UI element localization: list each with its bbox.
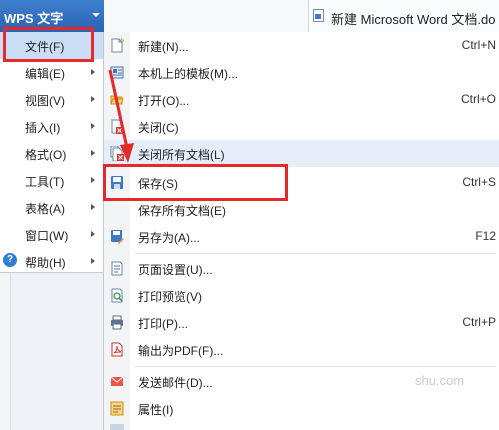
menu-close-all[interactable]: 关闭所有文档(L) <box>104 140 499 167</box>
menu-separator <box>134 253 496 254</box>
word-document-icon <box>313 9 324 22</box>
menu-item-label: 另存为(A)... <box>138 231 200 245</box>
menu-item-label: 保存所有文档(E) <box>138 204 226 218</box>
template-icon <box>110 66 124 79</box>
chevron-right-icon <box>91 177 95 183</box>
menu-item-label: 本机上的模板(M)... <box>138 67 238 81</box>
menu-item-label: 关闭所有文档(L) <box>138 148 225 162</box>
chevron-right-icon <box>91 258 95 264</box>
menu-item-label: 工具(T) <box>25 175 65 189</box>
open-folder-icon <box>110 95 124 105</box>
new-document-icon <box>111 38 124 53</box>
menu-close[interactable]: 关闭(C) <box>104 113 499 140</box>
chevron-down-icon <box>92 13 100 17</box>
print-preview-icon <box>111 288 123 303</box>
printer-icon <box>111 315 123 330</box>
menu-shortcut: Ctrl+O <box>460 92 496 106</box>
menu-properties[interactable]: 属性(I) <box>104 395 499 422</box>
menu-item-label: 格式(O) <box>25 148 67 162</box>
chevron-right-icon <box>91 204 95 210</box>
annotation-box-file-menu <box>3 27 94 62</box>
menu-item-edit[interactable]: 编辑(E) <box>0 59 103 86</box>
menu-print[interactable]: 打印(P)... Ctrl+P <box>104 309 499 336</box>
menu-item-label: 新建(N)... <box>138 40 189 54</box>
menu-item-label: 编辑(E) <box>25 67 65 81</box>
menu-item-label: 插入(I) <box>25 121 61 135</box>
pdf-icon <box>111 342 123 357</box>
menu-item-partial <box>104 422 499 430</box>
menu-item-insert[interactable]: 插入(I) <box>0 113 103 140</box>
mail-icon <box>110 376 124 386</box>
menu-item-label: 页面设置(U)... <box>138 263 213 277</box>
menu-item-label: 属性(I) <box>138 403 174 417</box>
menu-item-label: 发送邮件(D)... <box>138 376 213 390</box>
menu-item-window[interactable]: 窗口(W) <box>0 221 103 248</box>
menu-shortcut: Ctrl+S <box>462 175 496 189</box>
close-document-icon <box>111 119 123 134</box>
menu-item-label: 帮助(H) <box>25 256 66 270</box>
menu-item-label: 打印(P)... <box>138 317 188 331</box>
document-tab-title: 新建 Microsoft Word 文档.do <box>331 12 496 27</box>
wps-app-menu-label: WPS 文字 <box>4 11 64 26</box>
menu-item-label: 窗口(W) <box>25 229 69 243</box>
chevron-right-icon <box>91 69 95 75</box>
annotation-box-save <box>103 164 288 201</box>
save-as-icon <box>111 230 124 244</box>
chevron-right-icon <box>91 231 95 237</box>
menu-item-label: 打开(O)... <box>138 94 190 108</box>
document-tab[interactable]: 新建 Microsoft Word 文档.do <box>308 0 499 32</box>
chevron-right-icon <box>91 123 95 129</box>
document-icon <box>110 424 124 430</box>
menu-item-help[interactable]: ? 帮助(H) <box>0 248 103 275</box>
page-setup-icon <box>111 261 123 276</box>
menu-shortcut: Ctrl+P <box>462 315 496 329</box>
menu-save-as[interactable]: 另存为(A)... F12 <box>104 223 499 250</box>
menu-item-label: 输出为PDF(F)... <box>138 344 224 358</box>
menu-item-label: 视图(V) <box>25 94 65 108</box>
menu-export-pdf[interactable]: 输出为PDF(F)... <box>104 336 499 363</box>
menu-print-preview[interactable]: 打印预览(V) <box>104 282 499 309</box>
menu-item-label: 打印预览(V) <box>138 290 202 304</box>
file-submenu: 新建(N)... Ctrl+N 本机上的模板(M)... 打开(O)... Ct… <box>103 32 499 430</box>
menu-item-label: 关闭(C) <box>138 121 179 135</box>
menu-item-view[interactable]: 视图(V) <box>0 86 103 113</box>
menu-item-format[interactable]: 格式(O) <box>0 140 103 167</box>
menu-item-label: 表格(A) <box>25 202 65 216</box>
menu-item-tools[interactable]: 工具(T) <box>0 167 103 194</box>
help-icon: ? <box>3 253 17 267</box>
chevron-right-icon <box>91 150 95 156</box>
watermark: shu.com <box>415 373 465 388</box>
menu-shortcut: Ctrl+N <box>461 38 496 52</box>
menu-item-table[interactable]: 表格(A) <box>0 194 103 221</box>
properties-icon <box>110 401 124 416</box>
close-all-documents-icon <box>110 146 124 161</box>
menu-separator <box>134 366 496 367</box>
menu-new[interactable]: 新建(N)... Ctrl+N <box>104 32 499 59</box>
menu-open[interactable]: 打开(O)... Ctrl+O <box>104 86 499 113</box>
main-menu: 文件(F) 编辑(E) 视图(V) 插入(I) 格式(O) 工具(T) 表格(A… <box>0 32 104 273</box>
menu-shortcut: F12 <box>475 229 496 243</box>
menu-local-templates[interactable]: 本机上的模板(M)... <box>104 59 499 86</box>
chevron-right-icon <box>91 96 95 102</box>
menu-page-setup[interactable]: 页面设置(U)... <box>104 255 499 282</box>
